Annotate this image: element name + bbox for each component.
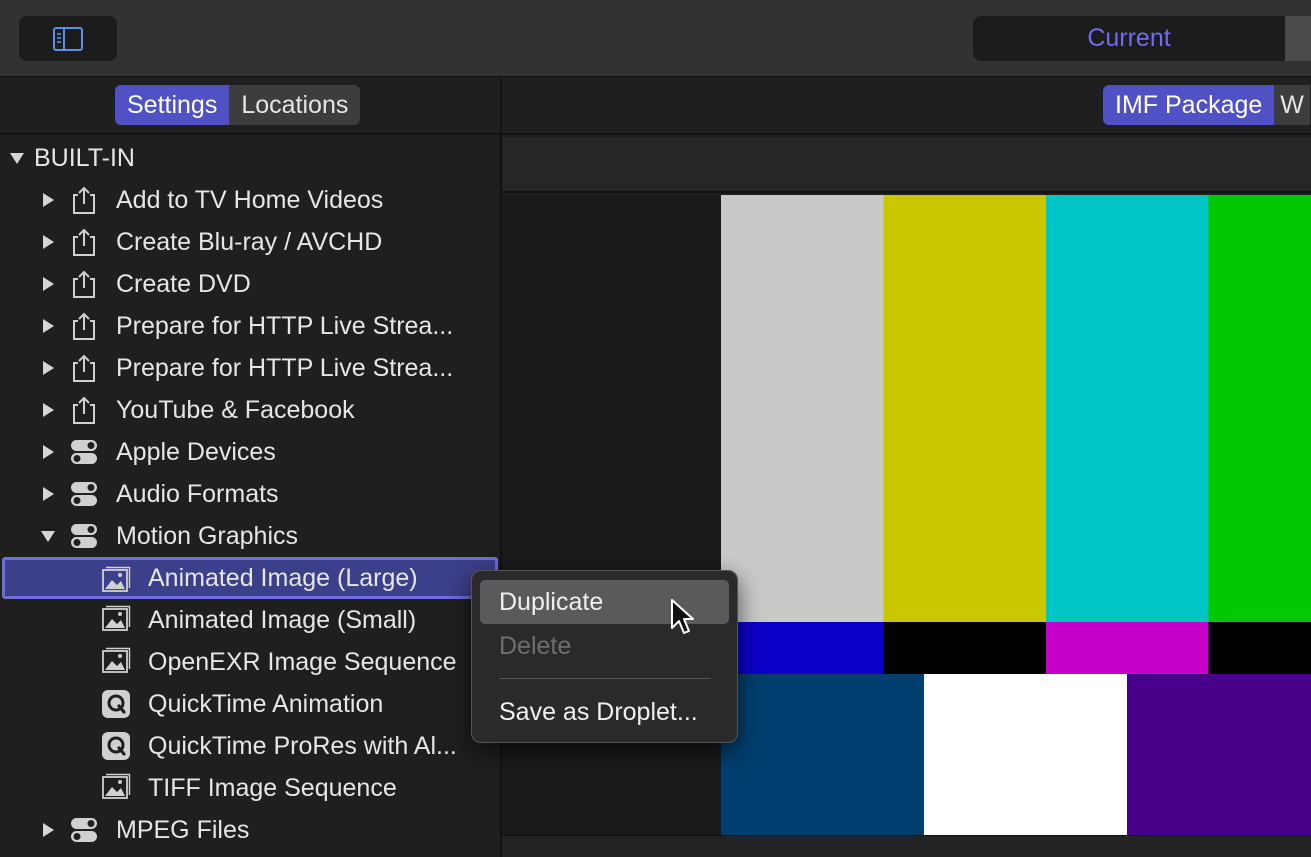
tree-item-label: Animated Image (Small) — [148, 605, 417, 634]
tree-item[interactable]: Apple Devices — [0, 431, 500, 473]
tree-item[interactable]: MPEG Files — [0, 809, 500, 851]
tree-item[interactable]: Create DVD — [0, 263, 500, 305]
disclosure-collapsed-icon[interactable] — [40, 276, 56, 292]
tree-subitem[interactable]: QuickTime Animation — [0, 683, 500, 725]
tree-group-builtin[interactable]: BUILT-IN — [0, 137, 500, 179]
tree-item-label: YouTube & Facebook — [116, 395, 355, 424]
tree-item-label: Create Blu-ray / AVCHD — [116, 227, 383, 256]
tree-item-label: Animated Image (Large) — [148, 563, 418, 592]
tree-item-label: Prepare for HTTP Live Strea... — [116, 311, 454, 340]
toolbar: Current — [0, 0, 1311, 77]
tab-w[interactable]: W — [1274, 85, 1310, 125]
tab-locations[interactable]: Locations — [229, 85, 360, 125]
image-stack-icon — [102, 605, 131, 631]
disclosure-collapsed-icon[interactable] — [40, 486, 56, 502]
quicktime-icon — [102, 690, 130, 718]
tree-item-label: Create DVD — [116, 269, 251, 298]
format-segmented-control: IMF Package W — [1103, 85, 1310, 125]
toggle-group-icon — [71, 818, 97, 842]
color-bar-top — [721, 195, 884, 622]
tree-item[interactable]: Add to TV Home Videos — [0, 179, 500, 221]
tree-item-label: Prepare for HTTP Live Strea... — [116, 353, 454, 382]
color-bar-middle — [1046, 622, 1209, 674]
share-icon — [73, 396, 95, 424]
image-stack-icon — [102, 566, 131, 592]
quicktime-icon — [102, 732, 130, 760]
color-bar-top — [883, 195, 1047, 622]
sidebar-toggle-button[interactable] — [19, 16, 117, 61]
disclosure-collapsed-icon[interactable] — [40, 234, 56, 250]
tree-item-label: Add to TV Home Videos — [116, 185, 384, 214]
tab-imf-package[interactable]: IMF Package — [1103, 85, 1275, 125]
app-window: Current Settings Locations BUILT-IN Add … — [0, 0, 1311, 857]
tree-item-label: OpenEXR Image Sequence — [148, 647, 457, 676]
tab-next[interactable] — [1285, 16, 1311, 61]
color-bar-middle — [883, 622, 1047, 674]
disclosure-expanded-icon[interactable] — [9, 150, 25, 166]
menu-item-save-as-droplet[interactable]: Save as Droplet... — [480, 690, 729, 734]
tree-item-label: Motion Graphics — [116, 521, 299, 550]
disclosure-collapsed-icon[interactable] — [40, 318, 56, 334]
disclosure-collapsed-icon[interactable] — [40, 444, 56, 460]
disclosure-collapsed-icon[interactable] — [40, 192, 56, 208]
mouse-cursor-icon — [671, 599, 694, 634]
share-icon — [73, 354, 95, 382]
share-icon — [73, 270, 95, 298]
tree-subitem[interactable]: Animated Image (Large) — [2, 557, 498, 599]
toggle-group-icon — [71, 440, 97, 464]
tree-item-label: QuickTime ProRes with Al... — [148, 731, 457, 760]
image-stack-icon — [102, 773, 131, 799]
context-menu: Duplicate Delete Save as Droplet... — [471, 570, 738, 743]
sidebar-icon — [53, 26, 83, 51]
tree-item[interactable]: Prepare for HTTP Live Strea... — [0, 305, 500, 347]
tree-subitem[interactable]: TIFF Image Sequence — [0, 767, 500, 809]
image-stack-icon — [102, 647, 131, 673]
tree-subitem[interactable]: QuickTime ProRes with Al... — [0, 725, 500, 767]
menu-separator — [499, 678, 711, 679]
color-bar-bottom — [924, 674, 1128, 835]
tree-item[interactable]: Create Blu-ray / AVCHD — [0, 221, 500, 263]
tree-subitem[interactable]: OpenEXR Image Sequence — [0, 641, 500, 683]
info-strip — [502, 137, 1311, 193]
color-bars-image — [721, 195, 1311, 835]
share-icon — [73, 312, 95, 340]
settings-sidebar: Settings Locations BUILT-IN Add to TV Ho… — [0, 78, 500, 857]
color-bar-bottom — [721, 674, 925, 835]
disclosure-collapsed-icon[interactable] — [40, 402, 56, 418]
inspector-header: IMF Package W — [502, 78, 1311, 135]
tree-item-label: MPEG Files — [116, 815, 250, 844]
color-bar-top — [1208, 195, 1311, 622]
toggle-group-icon — [71, 482, 97, 506]
tree-item-label: TIFF Image Sequence — [148, 773, 397, 802]
disclosure-collapsed-icon[interactable] — [40, 822, 56, 838]
tree-item-label: Apple Devices — [116, 437, 276, 466]
sidebar-header: Settings Locations — [0, 78, 500, 135]
disclosure-expanded-icon[interactable] — [40, 528, 56, 544]
color-bar-middle — [721, 622, 884, 674]
share-icon — [73, 228, 95, 256]
settings-locations-segmented-control: Settings Locations — [115, 85, 361, 125]
viewer-footer — [502, 835, 1311, 857]
color-bar-top — [1046, 195, 1209, 622]
tab-settings[interactable]: Settings — [115, 85, 230, 125]
tree-item-label: QuickTime Animation — [148, 689, 384, 718]
share-icon — [73, 186, 95, 214]
toggle-group-icon — [71, 524, 97, 548]
tree-subitem[interactable]: Animated Image (Small) — [0, 599, 500, 641]
tree-item[interactable]: Motion Graphics — [0, 515, 500, 557]
color-bar-bottom — [1127, 674, 1311, 835]
tree-item[interactable]: Audio Formats — [0, 473, 500, 515]
tab-current[interactable]: Current — [973, 16, 1285, 61]
tree-group-label: BUILT-IN — [34, 143, 135, 172]
tree-item-label: Audio Formats — [116, 479, 279, 508]
color-bar-middle — [1208, 622, 1311, 674]
tree-item[interactable]: YouTube & Facebook — [0, 389, 500, 431]
tree-item[interactable]: Prepare for HTTP Live Strea... — [0, 347, 500, 389]
disclosure-collapsed-icon[interactable] — [40, 360, 56, 376]
